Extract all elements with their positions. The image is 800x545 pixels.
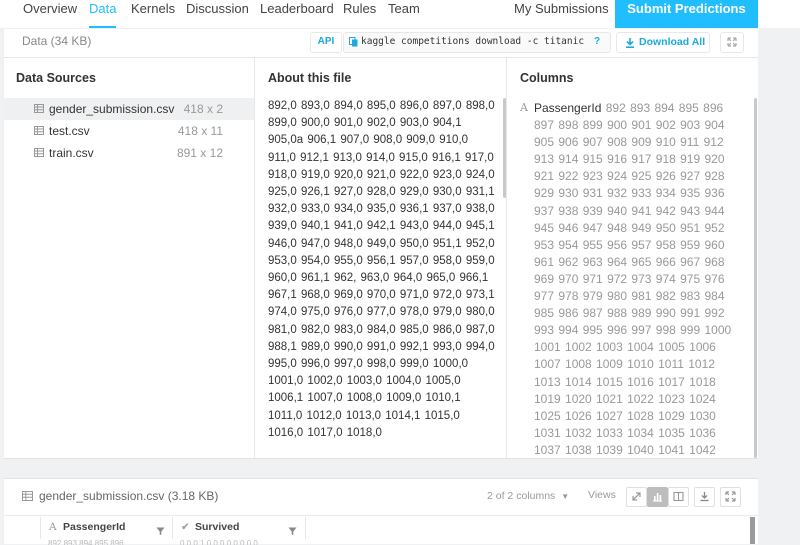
columns-list: A PassengerId 892 893 894 895 896 897 89… <box>520 98 744 458</box>
file-preview-header: gender_submission.csv (3.18 KB) 2 of 2 c… <box>4 479 758 516</box>
tab-overview[interactable]: Overview <box>23 0 77 28</box>
column-name[interactable]: PassengerId <box>534 101 601 115</box>
data-source-name: train.csv <box>49 146 94 160</box>
tab-rules[interactable]: Rules <box>343 0 376 28</box>
data-explorer-panel: Data Sources gender_submission.csv 418 x… <box>4 58 758 459</box>
column-header-label: Survived <box>195 521 240 533</box>
collapse-icon <box>631 491 642 502</box>
views-label: Views <box>588 489 616 501</box>
api-help-link[interactable]: ? <box>594 36 600 47</box>
tab-data[interactable]: Data <box>89 0 117 28</box>
column-header-survived[interactable]: ✔ Survived <box>172 517 306 539</box>
data-source-test[interactable]: test.csv 418 x 11 <box>4 120 254 142</box>
data-source-dims: 418 x 2 <box>183 102 223 116</box>
competition-nav: Overview Data Kernels Discussion Leaderb… <box>0 0 800 28</box>
column-summary: PassengerId 892 893 894 895 896 897 898 … <box>534 100 744 458</box>
column-count-dropdown[interactable]: 2 of 2 columns ▼ <box>487 490 569 502</box>
copy-icon[interactable] <box>349 37 358 47</box>
about-file-title: About this file <box>268 71 352 85</box>
table-icon <box>34 126 44 135</box>
api-button[interactable]: API <box>310 32 342 53</box>
data-sources-title: Data Sources <box>16 71 96 85</box>
expand-button[interactable] <box>720 32 744 53</box>
data-header: Data (34 KB) API kaggle competitions dow… <box>4 29 758 58</box>
column-count-label: 2 of 2 columns <box>487 490 556 502</box>
table-scrollbar[interactable] <box>750 517 755 544</box>
table-icon <box>34 148 44 157</box>
column-header-label: PassengerId <box>63 521 126 533</box>
data-source-dims: 418 x 11 <box>177 124 223 138</box>
data-size-title: Data (34 KB) <box>22 34 92 48</box>
table-cell: 892 893 894 895 896 <box>48 539 124 545</box>
string-type-icon: A <box>520 101 528 114</box>
column-divider <box>506 58 507 458</box>
bar-chart-icon <box>652 491 663 502</box>
about-file-content: 892,0 893,0 894,0 895,0 896,0 897,0 898,… <box>268 100 495 439</box>
data-source-gender-submission[interactable]: gender_submission.csv 418 x 2 <box>4 98 254 120</box>
column-header-passengerid[interactable]: A PassengerId <box>40 517 173 539</box>
tab-leaderboard[interactable]: Leaderboard <box>260 0 334 28</box>
expand-icon <box>725 491 736 502</box>
download-icon <box>699 491 710 502</box>
table-icon <box>22 491 33 501</box>
data-source-train[interactable]: train.csv 891 x 12 <box>4 142 254 164</box>
string-type-icon: A <box>49 521 57 533</box>
about-scrollbar[interactable] <box>503 98 506 198</box>
data-source-name: test.csv <box>49 124 90 138</box>
view-collapse-button[interactable] <box>626 487 647 507</box>
table-cell: 0 0 0 1 0 0 0 0 0 0 0 0 <box>180 539 258 545</box>
table-icon <box>34 104 44 113</box>
tab-team[interactable]: Team <box>388 0 420 28</box>
columns-scrollbar[interactable] <box>754 98 757 458</box>
data-source-name: gender_submission.csv <box>49 102 175 116</box>
download-all-button[interactable]: Download All <box>616 32 710 53</box>
view-table-button[interactable] <box>668 487 689 507</box>
column-divider <box>254 58 255 458</box>
columns-title: Columns <box>520 71 574 85</box>
file-expand-button[interactable] <box>720 487 741 507</box>
api-command-box[interactable]: kaggle competitions download -c titanic … <box>343 32 611 53</box>
file-preview-title: gender_submission.csv (3.18 KB) <box>39 489 219 503</box>
view-column-chart-button[interactable] <box>647 487 668 507</box>
file-preview-panel: gender_submission.csv (3.18 KB) 2 of 2 c… <box>4 478 758 545</box>
download-all-label: Download All <box>639 36 706 48</box>
my-submissions-link[interactable]: My Submissions <box>514 0 609 28</box>
column-values: 892 893 894 895 896 897 898 899 900 901 … <box>534 101 732 457</box>
file-download-button[interactable] <box>694 487 715 507</box>
caret-down-icon: ▼ <box>561 492 570 501</box>
submit-predictions-button[interactable]: Submit Predictions <box>615 0 758 28</box>
data-source-dims: 891 x 12 <box>176 146 223 160</box>
tab-discussion[interactable]: Discussion <box>186 0 249 28</box>
columns-icon <box>673 491 684 502</box>
boolean-type-icon: ✔ <box>181 521 190 533</box>
tab-kernels[interactable]: Kernels <box>131 0 175 28</box>
expand-icon <box>727 37 737 47</box>
download-icon <box>625 38 635 48</box>
api-command-text: kaggle competitions download -c titanic <box>361 36 585 47</box>
